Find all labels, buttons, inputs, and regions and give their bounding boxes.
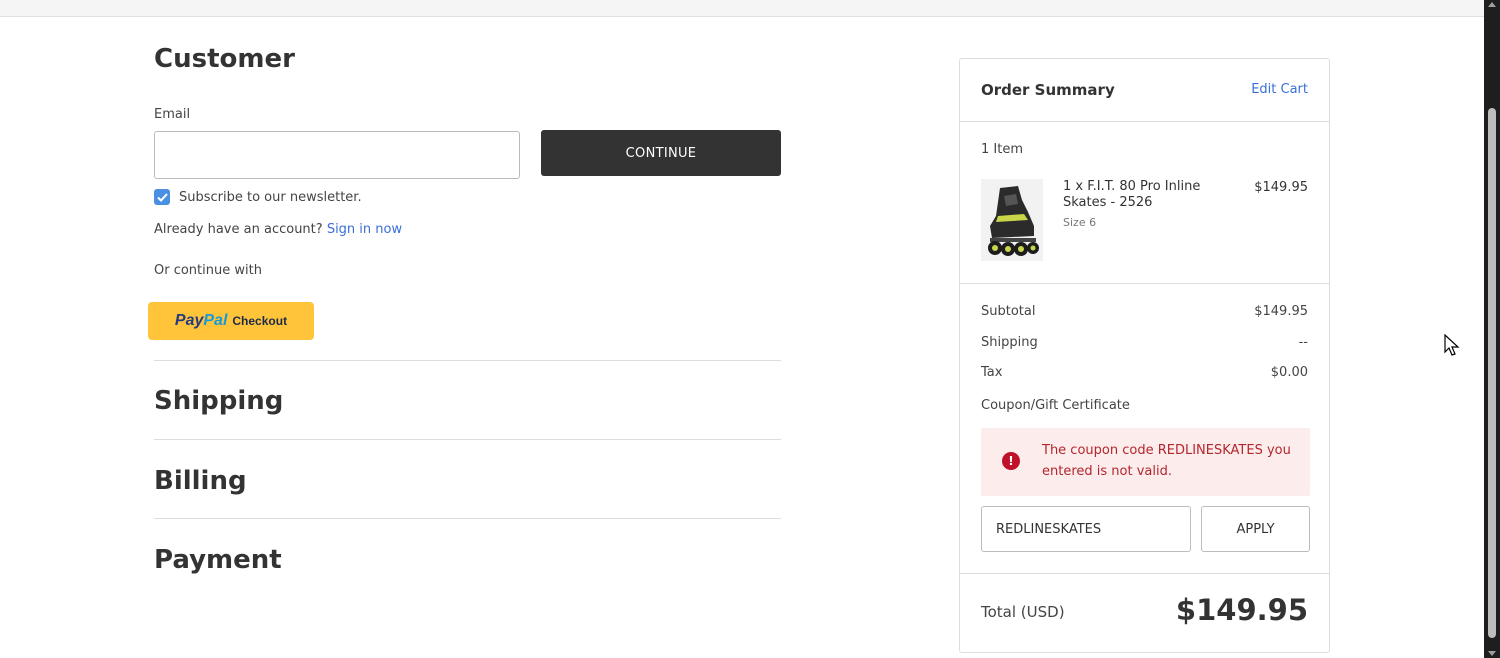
paypal-logo: PayPal: [175, 312, 227, 330]
edit-cart-link[interactable]: Edit Cart: [1251, 82, 1308, 97]
section-divider: [154, 360, 781, 361]
product-size: Size 6: [1063, 216, 1097, 229]
coupon-error-alert: ! The coupon code REDLINESKATES you ente…: [981, 428, 1310, 496]
sign-in-link[interactable]: Sign in now: [327, 222, 402, 237]
section-divider: [154, 439, 781, 440]
account-prompt: Already have an account?: [154, 222, 323, 237]
summary-divider: [960, 283, 1329, 284]
coupon-error-message: The coupon code REDLINESKATES you entere…: [1042, 443, 1291, 479]
email-label: Email: [154, 107, 191, 122]
subscribe-newsletter[interactable]: Subscribe to our newsletter.: [154, 189, 362, 205]
scroll-down-icon[interactable]: [1488, 651, 1496, 656]
total-label: Total (USD): [981, 603, 1065, 621]
tax-label: Tax: [981, 365, 1003, 380]
top-bar: [0, 0, 1484, 17]
mouse-pointer-icon: [1444, 334, 1460, 356]
subscribe-checkbox[interactable]: [154, 189, 170, 205]
product-thumbnail: [981, 179, 1043, 261]
section-divider: [154, 518, 781, 519]
product-price: $149.95: [1254, 180, 1308, 195]
shipping-label: Shipping: [981, 335, 1038, 350]
order-summary-title: Order Summary: [981, 81, 1115, 99]
subscribe-label: Subscribe to our newsletter.: [179, 189, 362, 205]
shipping-value: --: [1298, 335, 1308, 350]
coupon-input[interactable]: [981, 506, 1191, 552]
checkmark-icon: [156, 192, 168, 202]
paypal-checkout-label: Checkout: [232, 314, 288, 328]
item-count: 1 Item: [981, 142, 1023, 157]
product-name: 1 x F.I.T. 80 Pro Inline Skates - 2526: [1063, 179, 1201, 210]
shipping-heading[interactable]: Shipping: [154, 386, 283, 416]
scrollbar-thumb[interactable]: [1488, 108, 1496, 638]
summary-divider: [960, 121, 1329, 122]
customer-heading: Customer: [154, 44, 295, 74]
billing-heading[interactable]: Billing: [154, 466, 247, 496]
total-value: $149.95: [1175, 593, 1308, 627]
subtotal-label: Subtotal: [981, 304, 1036, 319]
email-input[interactable]: [154, 131, 520, 179]
summary-divider: [960, 573, 1329, 574]
subtotal-value: $149.95: [1254, 304, 1308, 319]
apply-coupon-button[interactable]: APPLY: [1201, 506, 1310, 552]
inline-skate-icon: [988, 186, 1039, 256]
page-scrollbar[interactable]: [1484, 0, 1500, 658]
scroll-up-icon[interactable]: [1488, 2, 1496, 7]
paypal-checkout-button[interactable]: PayPal Checkout: [148, 302, 314, 340]
continue-button[interactable]: CONTINUE: [541, 130, 781, 176]
tax-value: $0.00: [1270, 365, 1308, 380]
paypal-logo-pay: Pay: [174, 312, 204, 329]
error-circle-icon: !: [1002, 452, 1020, 470]
account-prompt-line: Already have an account? Sign in now: [154, 222, 402, 237]
payment-heading[interactable]: Payment: [154, 545, 282, 575]
or-continue-label: Or continue with: [154, 263, 262, 278]
paypal-logo-pal: Pal: [203, 312, 228, 329]
coupon-label[interactable]: Coupon/Gift Certificate: [981, 398, 1130, 413]
order-summary: Order Summary Edit Cart 1 Item 1 x F.I.T…: [959, 58, 1330, 653]
